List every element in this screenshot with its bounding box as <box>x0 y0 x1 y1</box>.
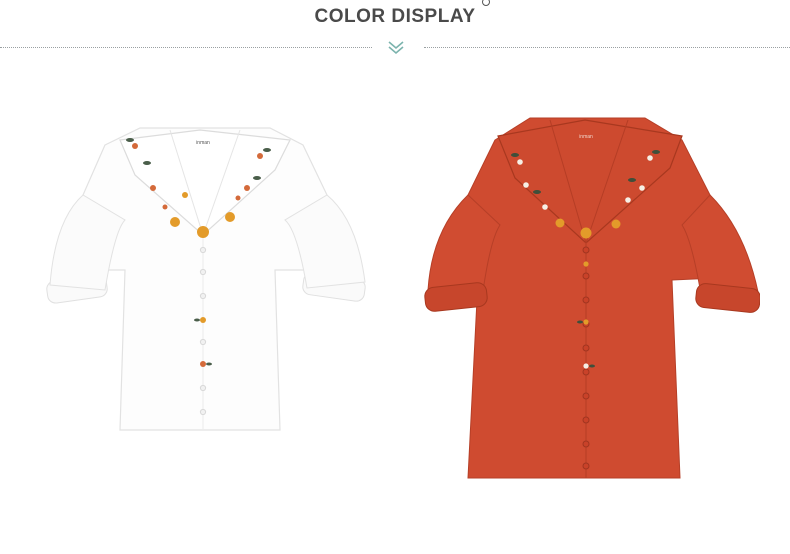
svg-text:inman: inman <box>196 140 210 146</box>
dotted-divider-left <box>0 47 372 48</box>
svg-text:inman: inman <box>579 134 593 140</box>
degree-ring-icon <box>481 0 490 6</box>
red-blouse-image: inman <box>424 117 760 479</box>
product-red-blouse[interactable]: inman <box>420 100 760 540</box>
chevron-down-double-icon <box>388 41 404 55</box>
product-white-blouse[interactable]: inman <box>35 100 375 540</box>
white-blouse-image: inman <box>46 127 366 431</box>
title-text: COLOR DISPLAY <box>314 6 476 27</box>
page-title: COLOR DISPLAY <box>0 0 790 28</box>
dotted-divider-right <box>424 47 790 48</box>
section-header: COLOR DISPLAY <box>0 0 790 70</box>
